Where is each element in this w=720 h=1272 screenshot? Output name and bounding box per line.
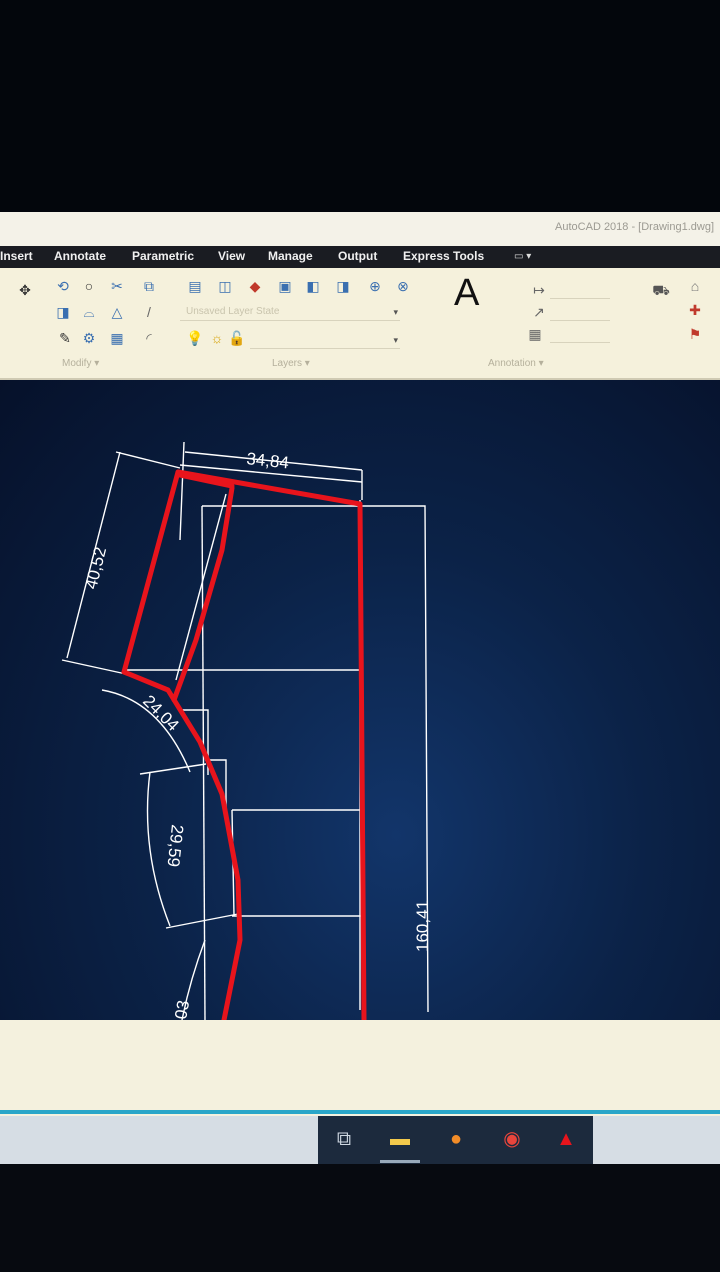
offset-icon[interactable]: ◜ [140, 330, 158, 346]
ribbon-panel: ✥ ⟲ ○ ✂ ⧉ ◨ ⌓ △ / ✎ ⚙ ▦ ◜ ▤ ◫ ◆ ▣ ◧ ◨ ⊕ … [0, 268, 720, 380]
monitor-bezel-bottom [0, 1164, 720, 1272]
tab-manage[interactable]: Manage [268, 249, 313, 263]
construction-lines [61, 441, 429, 1021]
copy-icon[interactable]: ⧉ [140, 278, 158, 294]
command-line-area[interactable] [0, 1020, 720, 1120]
tab-insert[interactable]: Insert [0, 249, 33, 263]
title-bar: AutoCAD 2018 - [Drawing1.dwg] [0, 212, 720, 246]
fillet-icon[interactable]: ⌓ [80, 304, 98, 320]
active-app-indicator [380, 1160, 420, 1163]
dimension-label-left: 40,52 [81, 545, 110, 591]
tab-annotate[interactable]: Annotate [54, 249, 106, 263]
layer-freeze-icon[interactable]: ◧ [304, 278, 322, 294]
layer-lock-icon[interactable]: ◨ [334, 278, 352, 294]
tab-express-tools[interactable]: Express Tools [403, 249, 484, 263]
lightbulb-icon[interactable]: 💡 [186, 330, 204, 346]
drawing-canvas[interactable]: 34,84 40,52 24,04 29,59 160,41 03 [0, 380, 720, 1030]
tab-parametric[interactable]: Parametric [132, 249, 194, 263]
file-explorer-icon[interactable]: ▬ [386, 1126, 414, 1152]
table-icon[interactable]: ▦ [526, 326, 544, 342]
taskbar-apps: ⧉ ▬ ● ◉ ▲ [318, 1116, 593, 1164]
circle-icon[interactable]: ○ [80, 278, 98, 294]
ribbon-tabs: Insert Annotate Parametric View Manage O… [0, 246, 720, 268]
edit-block-icon[interactable]: ✚ [686, 302, 704, 318]
line-icon[interactable]: / [140, 304, 158, 320]
rotate-icon[interactable]: ⟲ [54, 278, 72, 294]
tab-output[interactable]: Output [338, 249, 377, 263]
text-style-dropdown[interactable] [550, 284, 610, 299]
layer-previous-icon[interactable]: ⊗ [394, 278, 412, 294]
layer-dropdown[interactable]: ▾ [250, 334, 400, 349]
dimension-label-top: 34,84 [246, 449, 290, 472]
mirror-icon[interactable]: ◨ [54, 304, 72, 320]
task-view-icon[interactable]: ⧉ [330, 1126, 358, 1152]
dimension-label-arc-2: 29,59 [164, 824, 187, 868]
layer-states-icon[interactable]: ◫ [216, 278, 234, 294]
layer-match-icon[interactable]: ⊕ [366, 278, 384, 294]
attribute-icon[interactable]: ⚑ [686, 326, 704, 342]
chevron-down-icon: ▾ [393, 335, 398, 345]
drawing-svg: 34,84 40,52 24,04 29,59 160,41 03 [61, 441, 432, 1023]
leader-icon[interactable]: ↗ [530, 304, 548, 320]
block-insert-icon[interactable]: ⛟ [646, 282, 676, 298]
firefox-icon[interactable]: ● [442, 1126, 470, 1152]
create-block-icon[interactable]: ⌂ [686, 278, 704, 294]
erase-icon[interactable]: ✎ [56, 330, 74, 346]
panel-label-modify[interactable]: Modify ▾ [62, 358, 99, 369]
trim-icon[interactable]: ✂ [108, 278, 126, 294]
status-bar-accent [0, 1110, 720, 1114]
window-title: AutoCAD 2018 - [Drawing1.dwg] [555, 221, 714, 233]
taskbar: ⧉ ▬ ● ◉ ▲ [0, 1116, 720, 1164]
panel-label-annotation[interactable]: Annotation ▾ [488, 358, 544, 369]
autocad-icon[interactable]: ▲ [552, 1126, 580, 1152]
array-icon[interactable]: ▦ [108, 330, 126, 346]
sun-icon[interactable]: ☼ [208, 330, 226, 346]
layer-properties-icon[interactable]: ▤ [186, 278, 204, 294]
lock-icon[interactable]: 🔓 [228, 330, 246, 346]
chevron-down-icon: ▾ [393, 307, 398, 317]
layer-state-dropdown[interactable]: Unsaved Layer State ▾ [180, 306, 400, 321]
monitor-bezel-top [0, 0, 720, 212]
pattern-outline [121, 469, 367, 1023]
layer-isolate-icon[interactable]: ▣ [276, 278, 294, 294]
table-style-dropdown[interactable] [550, 328, 610, 343]
scale-icon[interactable]: ⚙ [80, 330, 98, 346]
text-icon[interactable]: A [454, 272, 479, 315]
move-icon[interactable]: ✥ [16, 282, 34, 298]
dimension-label-bottom: 03 [171, 999, 193, 1021]
dimension-label-height: 160,41 [413, 900, 432, 952]
layer-off-icon[interactable]: ◆ [246, 278, 264, 294]
dim-style-dropdown[interactable] [550, 306, 610, 321]
layer-state-value: Unsaved Layer State [186, 306, 280, 317]
stretch-icon[interactable]: △ [108, 304, 126, 320]
tab-view[interactable]: View [218, 249, 245, 263]
ribbon-minimize-icon[interactable]: ▭ ▾ [514, 251, 534, 263]
chrome-icon[interactable]: ◉ [498, 1126, 526, 1152]
dimension-icon[interactable]: ↦ [530, 282, 548, 298]
panel-label-layers[interactable]: Layers ▾ [272, 358, 310, 369]
